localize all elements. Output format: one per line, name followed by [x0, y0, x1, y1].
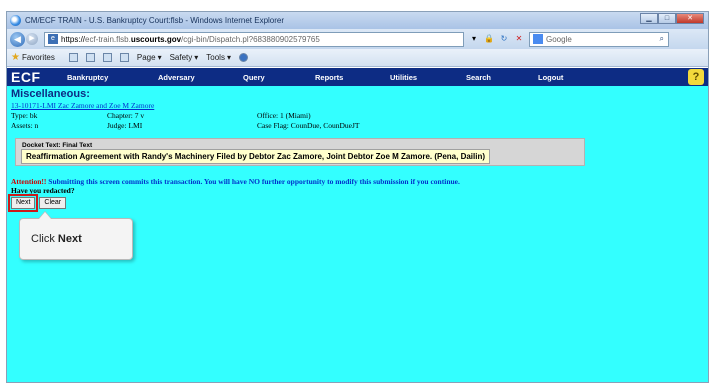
help-icon[interactable]: ?	[688, 69, 704, 85]
attention-prefix: Attention!!	[11, 177, 47, 186]
callout-bold: Next	[57, 233, 82, 245]
stop-icon[interactable]: ✕	[513, 33, 525, 45]
lock-icon[interactable]: 🔒	[483, 33, 495, 45]
safety-menu[interactable]: Safety ▾	[170, 53, 199, 62]
nav-logout[interactable]: Logout	[538, 73, 563, 82]
refresh-icon[interactable]: ↻	[498, 33, 510, 45]
ecf-nav-bar: ECF Bankruptcy Adversary Query Reports U…	[7, 68, 708, 86]
nav-utilities[interactable]: Utilities	[390, 73, 417, 82]
close-icon[interactable]: ✕	[676, 13, 704, 24]
nav-query[interactable]: Query	[243, 73, 265, 82]
nav-adversary[interactable]: Adversary	[158, 73, 195, 82]
home-icon[interactable]	[68, 53, 78, 62]
address-path: /cgi-bin/Dispatch.pl?683880902579765	[181, 34, 320, 44]
nav-reports[interactable]: Reports	[315, 73, 343, 82]
case-assets: Assets: n	[11, 121, 39, 130]
case-office: Office: 1 (Miami)	[257, 111, 311, 120]
case-link[interactable]: 13-10171-LMI Zac Zamore and Zoe M Zamore	[11, 101, 154, 110]
page-menu[interactable]: Page ▾	[137, 53, 162, 62]
mail-icon[interactable]	[102, 53, 112, 62]
print-icon[interactable]	[119, 53, 129, 62]
clear-button[interactable]: Clear	[39, 197, 67, 209]
tools-menu-label: Tools	[206, 53, 225, 62]
address-host: uscourts.gov	[130, 34, 182, 44]
nav-search[interactable]: Search	[466, 73, 491, 82]
page-icon: e	[48, 34, 58, 44]
case-judge: Judge: LMI	[107, 121, 143, 130]
address-tools: ▾ 🔒 ↻ ✕	[468, 33, 525, 45]
forward-icon[interactable]: ▶	[26, 33, 38, 45]
window-title: CM/ECF TRAIN - U.S. Bankruptcy Court:fls…	[25, 16, 285, 25]
attention-body: Submitting this screen commits this tran…	[46, 177, 460, 186]
search-icon[interactable]: ⌕	[660, 34, 664, 44]
page-menu-label: Page	[136, 53, 156, 62]
safety-menu-label: Safety	[169, 53, 193, 62]
favorites-label: Favorites	[21, 53, 55, 62]
google-icon	[533, 34, 543, 44]
docket-text: Reaffirmation Agreement with Randy's Mac…	[21, 149, 491, 164]
docket-text-box: Docket Text: Final Text Reaffirmation Ag…	[15, 138, 585, 166]
window-controls: ▁ □ ✕	[640, 13, 704, 24]
address-bar[interactable]: e https:// ecf-train.flsb. uscourts.gov …	[44, 31, 464, 47]
browser-window: CM/ECF TRAIN - U.S. Bankruptcy Court:fls…	[6, 11, 709, 383]
callout-prefix: Click	[31, 233, 58, 245]
search-input[interactable]: Google ⌕	[529, 31, 669, 47]
address-row: ◀ ▶ e https:// ecf-train.flsb. uscourts.…	[7, 29, 708, 49]
callout-text: Click Next	[31, 233, 82, 245]
address-prehost: ecf-train.flsb.	[85, 34, 131, 44]
case-chapter: Chapter: 7 v	[107, 111, 145, 120]
address-scheme: https://	[61, 34, 86, 44]
command-bar: ★ Favorites Page ▾ Safety ▾ Tools ▾	[7, 49, 708, 67]
favorites-button[interactable]: ★ Favorites	[11, 52, 55, 63]
help-menu-icon[interactable]	[238, 53, 248, 62]
ie-logo-icon	[10, 15, 21, 26]
command-items: Page ▾ Safety ▾ Tools ▾	[68, 53, 248, 62]
redacted-question: Have you redacted?	[11, 186, 75, 195]
feeds-icon[interactable]	[85, 53, 95, 62]
search-placeholder: Google	[546, 34, 572, 44]
ecf-app: ECF Bankruptcy Adversary Query Reports U…	[7, 68, 708, 382]
case-flag: Case Flag: CounDue, CounDueJT	[257, 121, 360, 130]
minimize-icon[interactable]: ▁	[640, 13, 658, 24]
ecf-logo: ECF	[11, 69, 41, 85]
attention-message: Attention!! Submitting this screen commi…	[11, 177, 460, 186]
tools-menu[interactable]: Tools ▾	[206, 53, 231, 62]
instruction-callout: Click Next	[19, 211, 133, 260]
form-buttons: Next Clear	[7, 194, 67, 212]
title-bar: CM/ECF TRAIN - U.S. Bankruptcy Court:fls…	[7, 12, 708, 29]
case-type: Type: bk	[11, 111, 38, 120]
maximize-icon[interactable]: □	[658, 13, 676, 24]
back-icon[interactable]: ◀	[10, 31, 25, 47]
case-info: 13-10171-LMI Zac Zamore and Zoe M Zamore…	[11, 101, 360, 130]
next-button[interactable]: Next	[7, 194, 39, 212]
docket-label: Docket Text: Final Text	[22, 142, 93, 149]
favorites-star-icon: ★	[11, 52, 20, 63]
page-title: Miscellaneous:	[11, 88, 90, 100]
dropdown-icon[interactable]: ▾	[468, 33, 480, 45]
nav-bankruptcy[interactable]: Bankruptcy	[67, 73, 108, 82]
